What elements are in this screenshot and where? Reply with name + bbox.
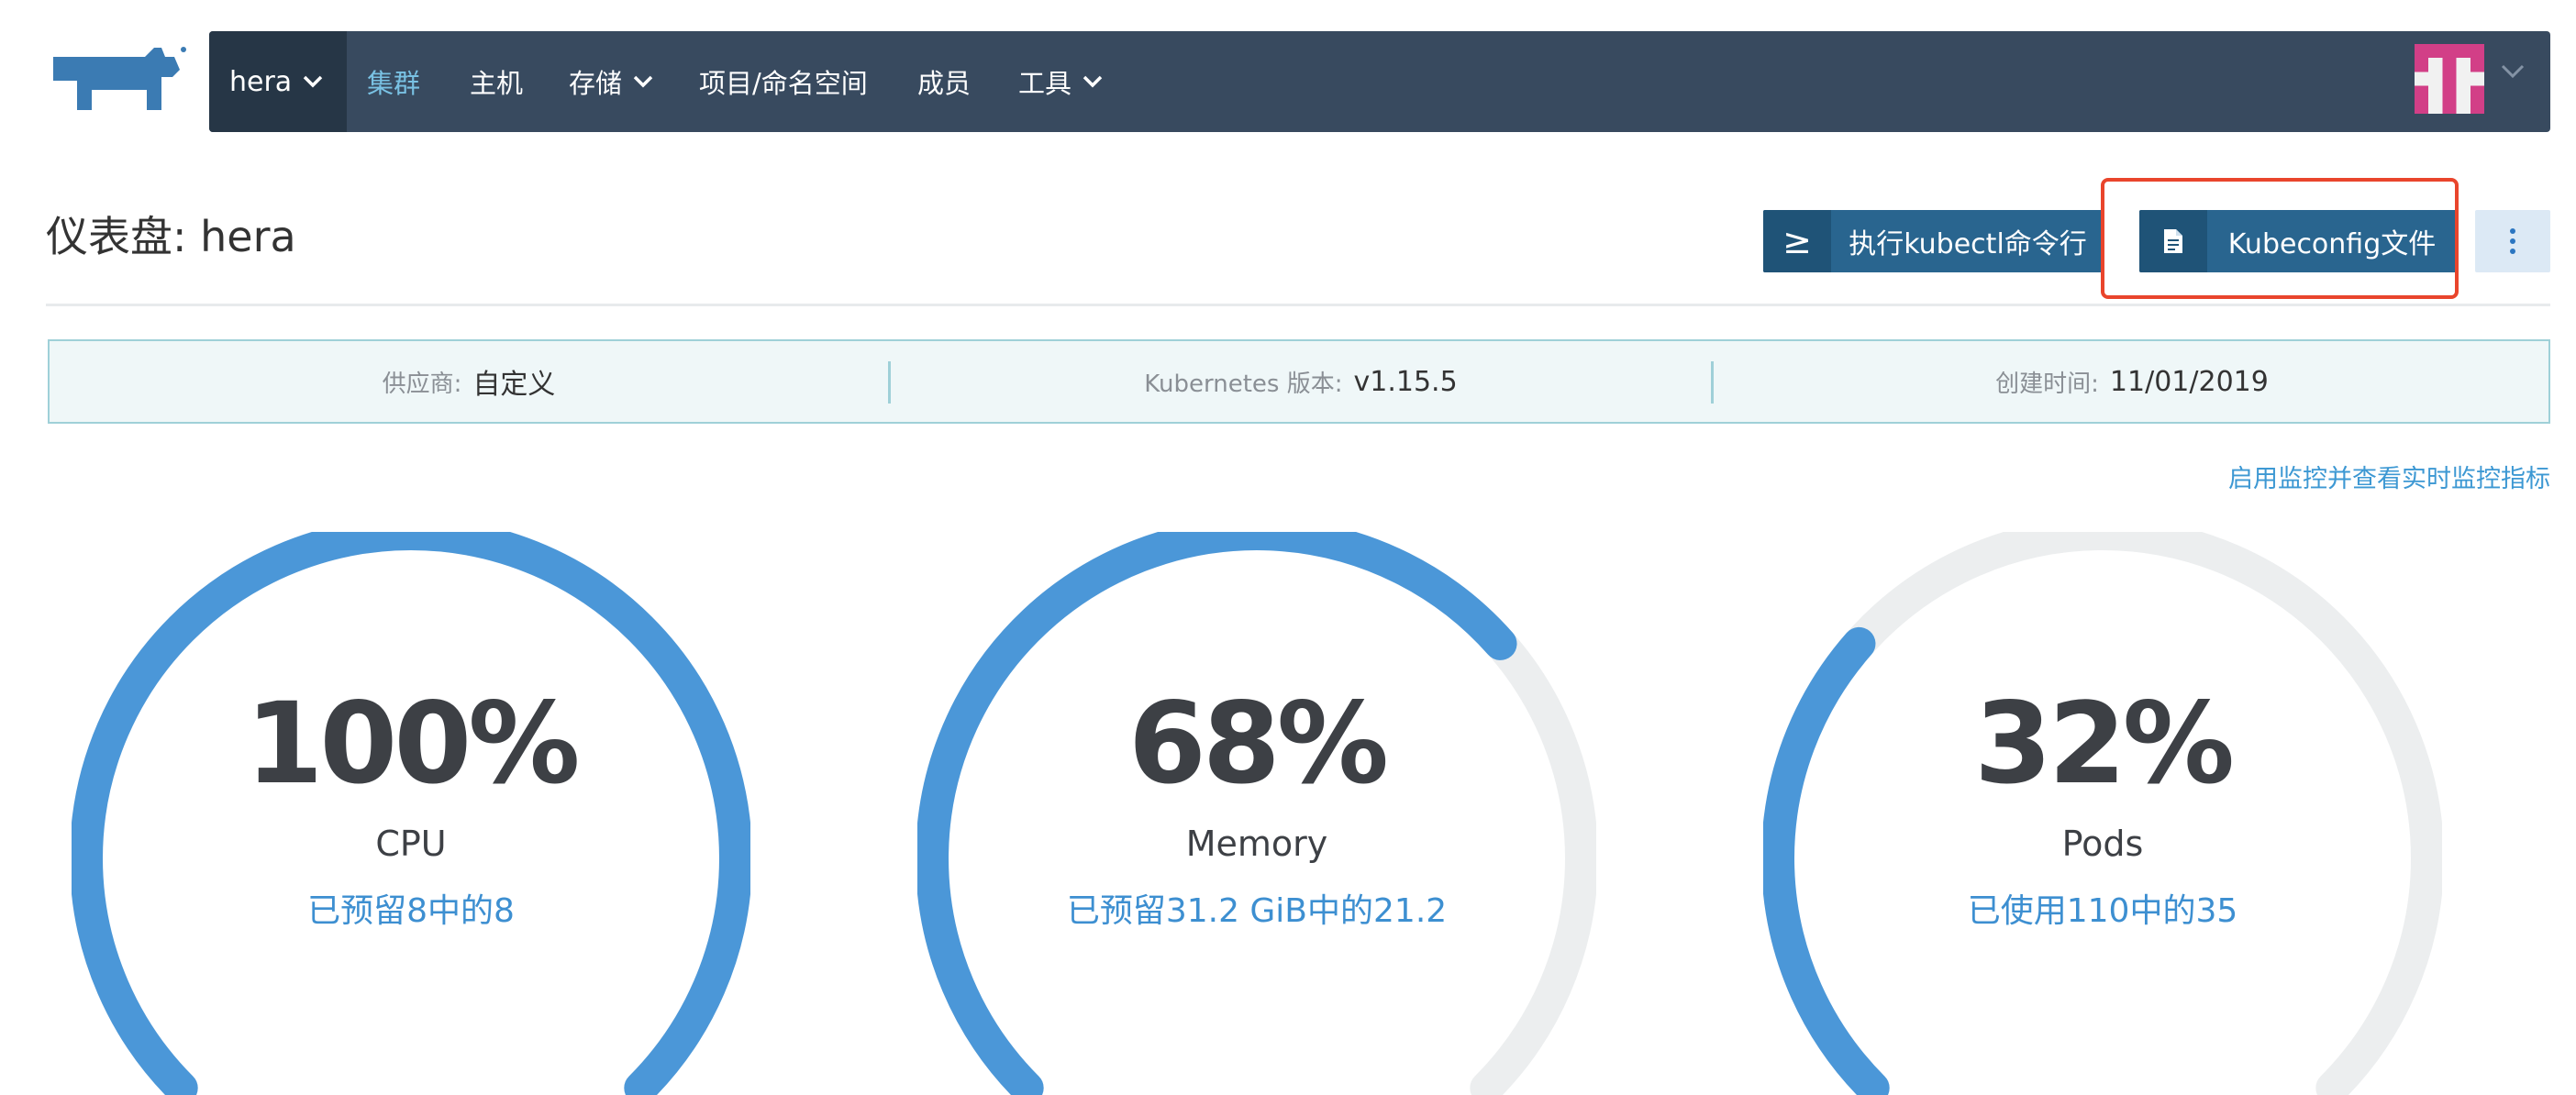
- gauge-percent: 100%: [245, 679, 581, 809]
- gauge-fill: [72, 532, 750, 1095]
- gauge-name: Memory: [1185, 824, 1328, 864]
- gauge-percent: 32%: [1973, 679, 2235, 809]
- chevron-down-icon[interactable]: [2501, 64, 2525, 79]
- more-actions-button[interactable]: [2475, 210, 2550, 272]
- nav-item-projects-namespaces[interactable]: 项目/命名空间: [699, 31, 868, 132]
- pods-gauge: 32% Pods 已使用110中的35: [1763, 532, 2442, 1095]
- user-avatar[interactable]: [2415, 44, 2484, 114]
- nav-item-hosts[interactable]: 主机: [470, 31, 523, 132]
- nav-item-storage[interactable]: 存储: [569, 31, 653, 132]
- top-navbar: hera 集群 主机 存储 项目/命名空间 成员 工具: [209, 31, 2550, 132]
- kubernetes-version-info: Kubernetes 版本: v1.15.5: [1144, 365, 1458, 398]
- cluster-switcher[interactable]: hera: [209, 31, 347, 132]
- gauge-name: CPU: [375, 824, 447, 864]
- nav-item-members[interactable]: 成员: [917, 31, 971, 132]
- gauge-detail-link[interactable]: 已预留31.2 GiB中的21.2: [917, 884, 1596, 932]
- chevron-down-icon: [1083, 75, 1103, 88]
- nav-item-tools[interactable]: 工具: [1018, 31, 1103, 132]
- terminal-icon: ≥: [1763, 210, 1831, 272]
- gauge-name: Pods: [2061, 824, 2144, 864]
- chevron-down-icon: [633, 75, 653, 88]
- gauge-track: [1763, 532, 2442, 1095]
- chevron-down-icon: [303, 75, 323, 88]
- enable-monitoring-link[interactable]: 启用监控并查看实时监控指标: [2228, 459, 2550, 494]
- cpu-gauge: 100% CPU 已预留8中的8: [72, 532, 750, 1095]
- gauge-detail-link[interactable]: 已预留8中的8: [72, 884, 750, 932]
- cluster-name: hera: [229, 65, 293, 98]
- nav-item-cluster[interactable]: 集群: [367, 31, 420, 132]
- gauge-fill: [917, 532, 1517, 1095]
- kebab-menu-icon: [2510, 228, 2515, 254]
- memory-gauge: 68% Memory 已预留31.2 GiB中的21.2: [917, 532, 1596, 1095]
- kubectl-shell-button[interactable]: ≥ 执行kubectl命令行: [1763, 210, 2104, 272]
- created-time-info: 创建时间: 11/01/2019: [1995, 365, 2269, 398]
- kubectl-button-label: 执行kubectl命令行: [1849, 228, 2087, 260]
- page-title: 仪表盘: hera: [46, 212, 296, 261]
- provider-info: 供应商: 自定义: [382, 369, 556, 401]
- rancher-logo-icon: [53, 47, 186, 110]
- gauge-detail-link[interactable]: 已使用110中的35: [1763, 884, 2442, 932]
- cluster-info-bar: 供应商: 自定义 Kubernetes 版本: v1.15.5 创建时间: 11…: [48, 339, 2550, 424]
- gauge-percent: 68%: [1127, 679, 1389, 809]
- header-divider: [46, 304, 2550, 306]
- highlight-annotation: [2101, 178, 2459, 299]
